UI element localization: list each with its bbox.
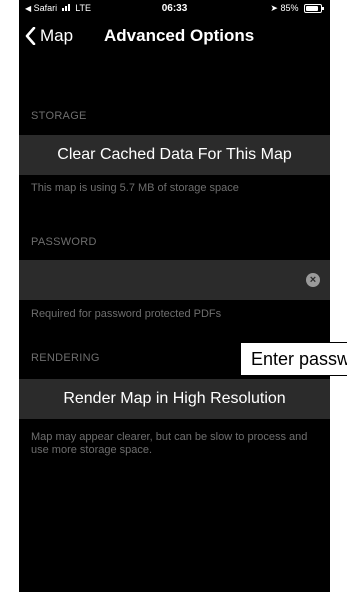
rendering-footer: Map may appear clearer, but can be slow … — [31, 431, 308, 456]
password-footer: Required for password protected PDFs — [31, 308, 222, 320]
back-button[interactable]: Map — [25, 26, 73, 46]
storage-section-header: STORAGE — [31, 110, 87, 122]
page-title: Advanced Options — [104, 26, 255, 45]
enter-password-tooltip: Enter password — [240, 342, 347, 376]
clear-cached-data-button[interactable]: Clear Cached Data For This Map — [19, 135, 330, 175]
render-high-resolution-button[interactable]: Render Map in High Resolution — [19, 379, 330, 419]
rendering-section-header: RENDERING — [31, 352, 100, 364]
clear-text-icon[interactable]: × — [306, 273, 320, 287]
password-section-header: PASSWORD — [31, 236, 97, 248]
battery-percent: 85% — [280, 3, 299, 13]
password-input[interactable] — [31, 260, 295, 302]
status-bar-right: ➤ 85% — [270, 3, 324, 14]
status-bar: ◀ Safari LTE 06:33 ➤ 85% — [19, 0, 330, 18]
phone-screen: ◀ Safari LTE 06:33 ➤ 85% Map Advanced Op… — [19, 0, 330, 592]
battery-fill — [306, 6, 318, 12]
battery-icon — [304, 4, 324, 14]
password-field-cell: × — [19, 260, 330, 302]
location-icon: ➤ — [270, 3, 278, 13]
chevron-left-icon — [25, 27, 36, 45]
storage-footer: This map is using 5.7 MB of storage spac… — [31, 182, 239, 194]
back-button-label: Map — [40, 26, 74, 45]
